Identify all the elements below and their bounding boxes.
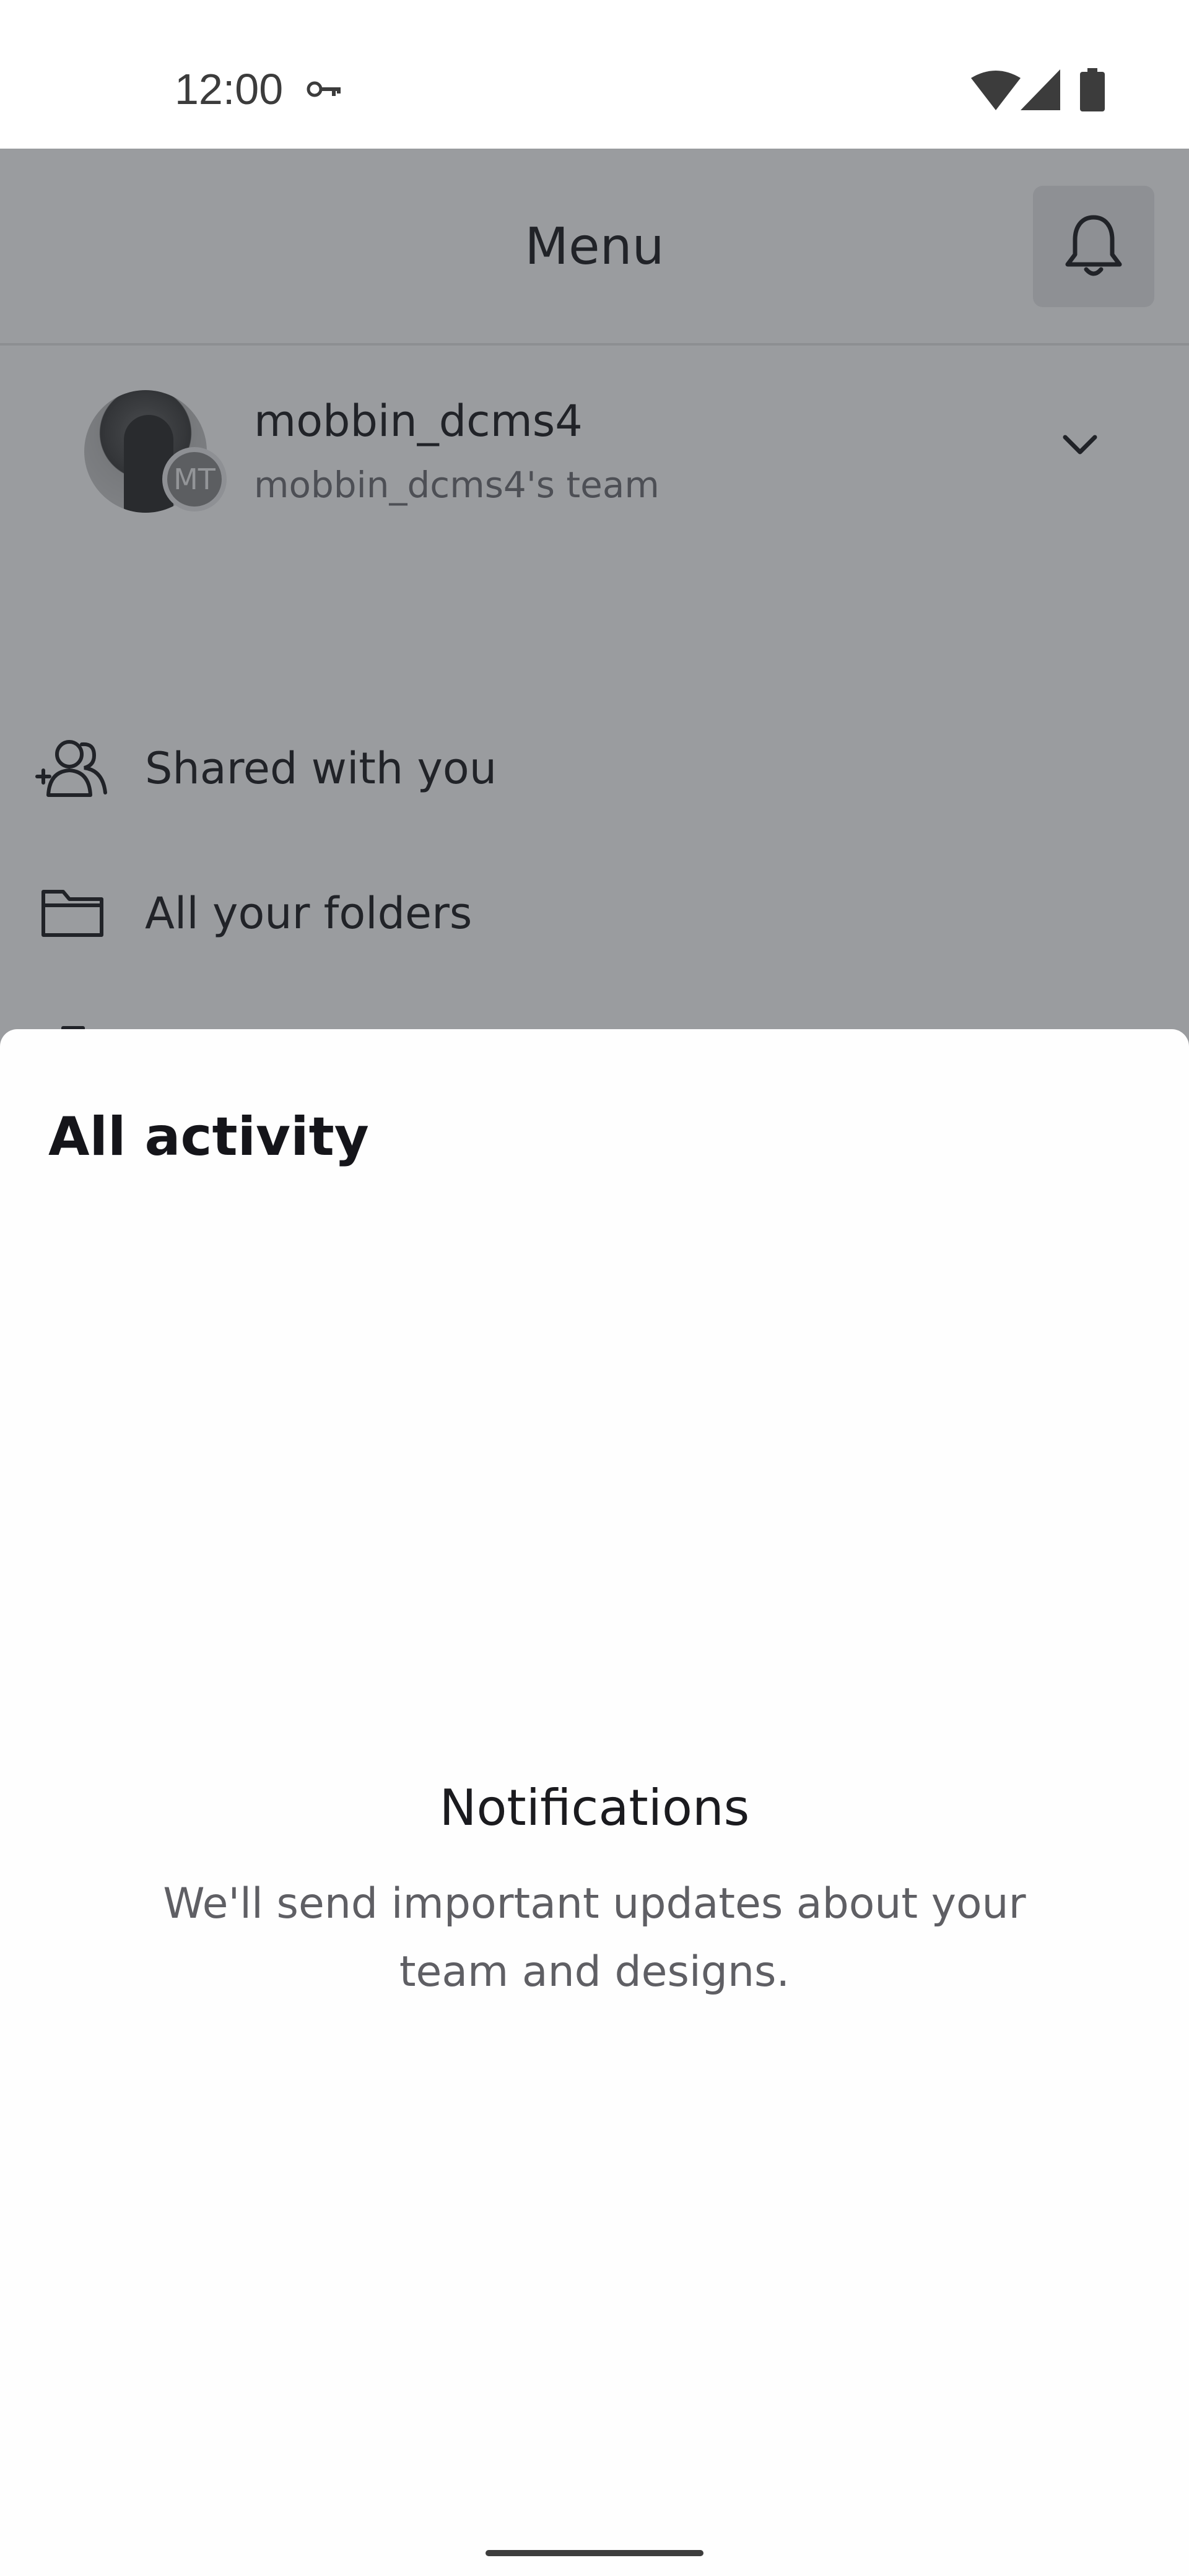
vpn-key-icon	[307, 81, 341, 97]
home-indicator[interactable]	[486, 2550, 703, 2556]
wifi-icon	[971, 71, 1021, 110]
signal-icon	[1021, 69, 1060, 110]
screen: 12:00 Menu MT mobbin_dcms4 mobbin_dcms4'…	[0, 0, 1189, 2576]
activity-bottom-sheet: All activity Notifications We'll send im…	[0, 1029, 1189, 2576]
status-bar: 12:00	[0, 0, 1189, 149]
battery-icon	[1080, 68, 1105, 111]
empty-state-title: Notifications	[439, 1779, 750, 1837]
status-time: 12:00	[175, 65, 284, 113]
sheet-title: All activity	[48, 1106, 369, 1168]
empty-state-description: We'll send important updates about your …	[163, 1879, 1026, 1996]
